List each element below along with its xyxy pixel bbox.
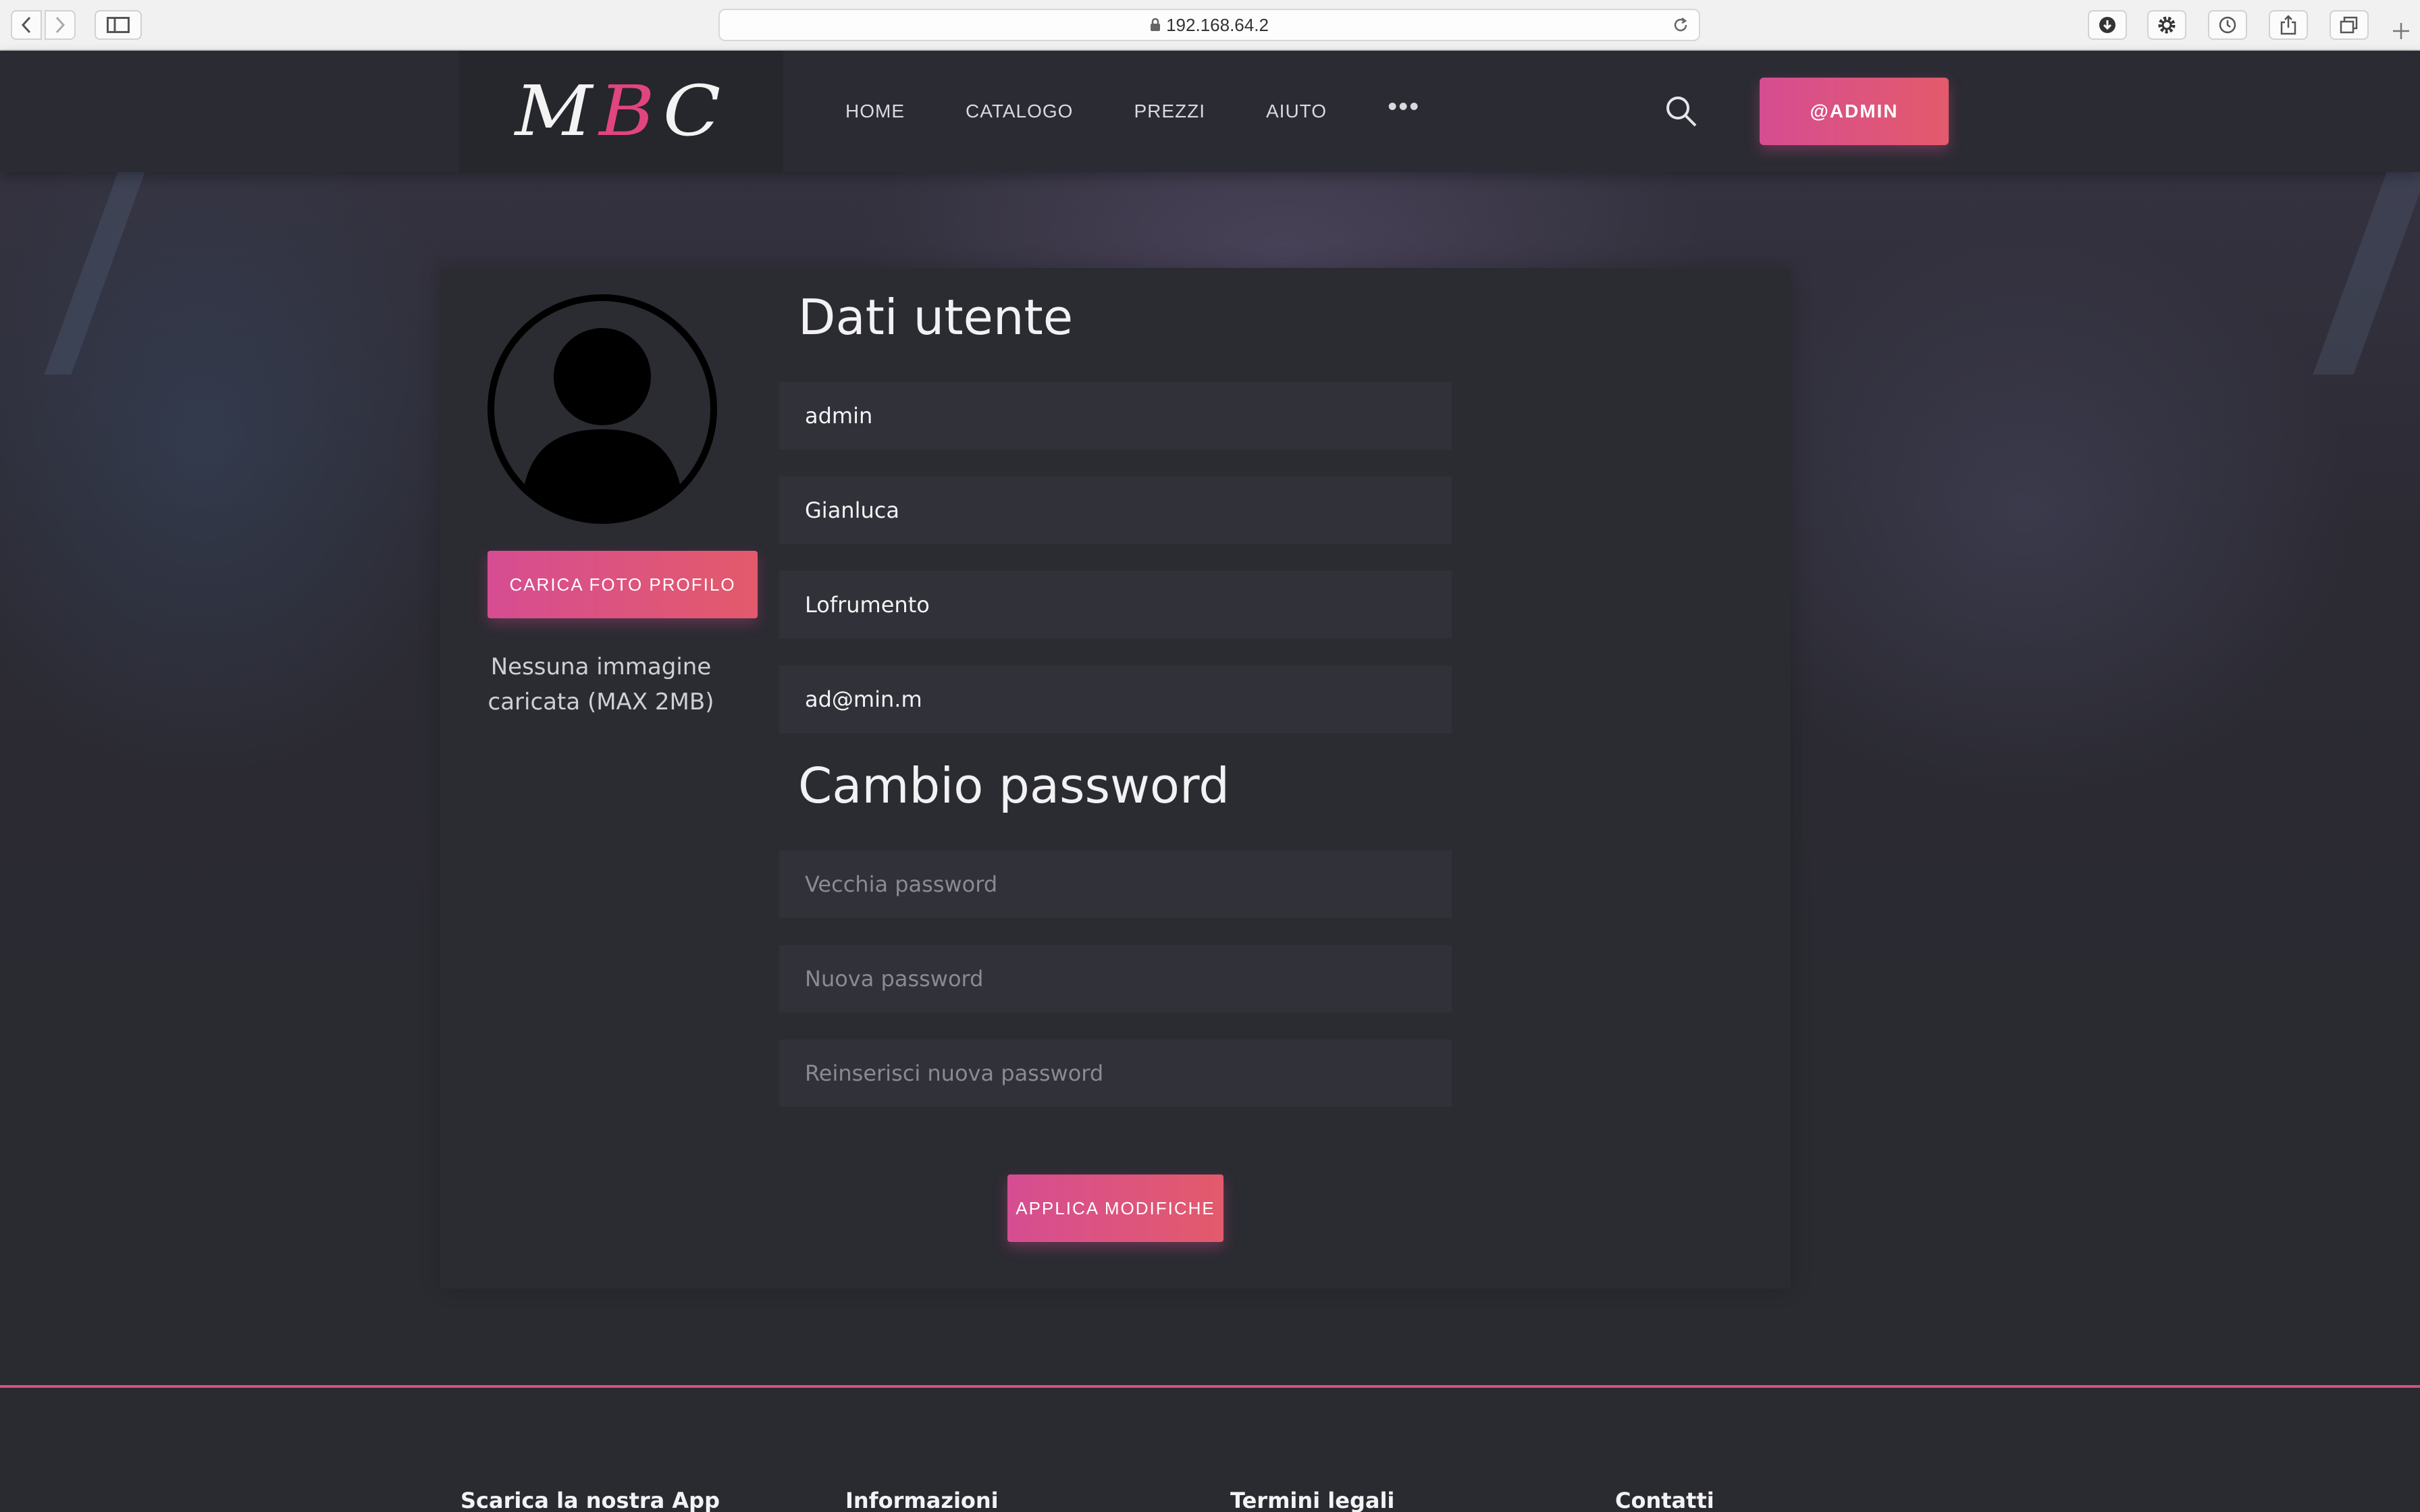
tabs-icon (2340, 16, 2358, 34)
back-button[interactable] (11, 10, 42, 40)
apply-changes-button[interactable]: APPLICA MODIFICHE (1007, 1174, 1224, 1242)
browser-toolbar: 192.168.64.2 (0, 0, 2420, 51)
search-button[interactable] (1664, 94, 1699, 132)
chevron-left-icon (21, 16, 31, 34)
sidebar-icon (107, 17, 130, 33)
user-data-title: Dati utente (798, 289, 1074, 346)
nav-aiuto[interactable]: AIUTO (1266, 101, 1327, 122)
new-password-field[interactable] (779, 945, 1452, 1013)
url-text: 192.168.64.2 (1166, 14, 1269, 35)
lock-icon (1151, 18, 1161, 31)
downloads-button[interactable] (2088, 10, 2127, 40)
upload-status-text: Nessuna immagine caricata (MAX 2MB) (488, 653, 714, 716)
repeat-password-field[interactable] (779, 1040, 1452, 1107)
search-icon (1666, 97, 1697, 127)
chevron-right-icon (55, 16, 65, 34)
last-name-field[interactable] (779, 571, 1452, 639)
logo: MBC (515, 71, 728, 152)
first-name-field[interactable] (779, 477, 1452, 544)
logo-link[interactable]: MBC (459, 51, 783, 172)
nav-home[interactable]: HOME (845, 101, 905, 122)
footer-heading-legal: Termini legali (1230, 1488, 1395, 1512)
account-button[interactable]: @ADMIN (1760, 78, 1949, 145)
avatar (488, 294, 717, 524)
forward-button[interactable] (45, 10, 76, 40)
nav-prezzi[interactable]: PREZZI (1134, 101, 1205, 122)
username-field[interactable] (779, 382, 1452, 450)
nav-catalogo[interactable]: CATALOGO (966, 101, 1073, 122)
footer-heading-info: Informazioni (845, 1488, 999, 1512)
footer-heading-contacts: Contatti (1615, 1488, 1714, 1512)
download-icon (2099, 17, 2115, 33)
password-change-title: Cambio password (798, 757, 1230, 814)
tabs-overview-button[interactable] (2330, 10, 2369, 40)
user-silhouette-icon (521, 328, 683, 517)
upload-photo-button[interactable]: CARICA FOTO PROFILO (488, 551, 758, 618)
sidebar-toggle-button[interactable] (95, 10, 142, 40)
gear-icon (2158, 16, 2176, 34)
email-field[interactable] (779, 666, 1452, 733)
site-footer: Scarica la nostra App Informazioni Termi… (0, 1385, 2420, 1512)
address-bar[interactable]: 192.168.64.2 (718, 9, 1700, 41)
reload-icon[interactable] (1672, 16, 1689, 34)
site-header: MBC HOME CATALOGO PREZZI AIUTO ••• @ADMI… (0, 51, 2420, 172)
more-menu-icon[interactable]: ••• (1388, 92, 1420, 122)
main-nav: HOME CATALOGO PREZZI AIUTO ••• (845, 51, 1420, 172)
logo-letter: B (599, 71, 663, 152)
logo-letter: M (515, 71, 600, 152)
footer-heading-app: Scarica la nostra App (461, 1488, 720, 1512)
extensions-button[interactable] (2147, 10, 2186, 40)
share-button[interactable] (2269, 10, 2308, 40)
new-tab-button[interactable] (2390, 20, 2412, 45)
share-icon (2280, 15, 2296, 35)
plus-icon (2393, 23, 2409, 39)
old-password-field[interactable] (779, 850, 1452, 918)
clock-icon (2219, 16, 2236, 34)
history-button[interactable] (2208, 10, 2247, 40)
logo-letter: C (662, 71, 728, 152)
